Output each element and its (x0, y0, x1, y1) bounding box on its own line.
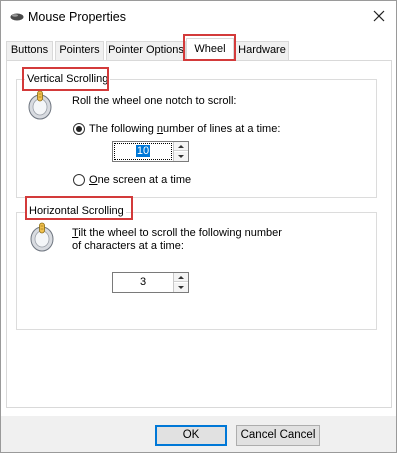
mouse-wheel-icon (30, 222, 54, 252)
radio-lines-at-a-time[interactable] (73, 123, 85, 135)
cancel-button[interactable]: Cancel Cancel (236, 425, 320, 446)
characters-increment-button[interactable] (174, 273, 188, 282)
window-title: Mouse Properties (28, 10, 126, 24)
ok-button[interactable]: OK (155, 425, 227, 446)
horizontal-instruction-line-1: Tilt the wheel to scroll the following n… (72, 227, 282, 239)
highlight-box-wheel-tab (183, 34, 236, 61)
radio-one-screen[interactable] (73, 174, 85, 186)
one-screen-label[interactable]: One screen at a time (89, 173, 191, 187)
vertical-instruction: Roll the wheel one notch to scroll: (72, 95, 237, 107)
lines-increment-button[interactable] (174, 142, 188, 151)
tab-pointer-options[interactable]: Pointer Options (106, 41, 186, 60)
dialog-footer: OK Cancel Cancel (1, 416, 396, 452)
lines-spin-buttons (173, 142, 188, 161)
characters-spinner: 3 (112, 272, 189, 293)
highlight-box-vertical-scrolling (22, 67, 109, 91)
close-icon (373, 10, 385, 22)
close-button[interactable] (363, 3, 395, 30)
characters-input[interactable]: 3 (113, 273, 173, 292)
horizontal-instruction-line-2: of characters at a time: (72, 240, 184, 252)
tab-pointers[interactable]: Pointers (55, 41, 104, 60)
characters-spin-buttons (173, 273, 188, 292)
mouse-properties-window: Mouse Properties Buttons Pointers Pointe… (0, 0, 397, 453)
title-bar: Mouse Properties (1, 1, 396, 33)
mouse-wheel-icon (28, 90, 52, 120)
mouse-icon (10, 13, 24, 21)
tab-hardware[interactable]: Hardware (235, 41, 289, 60)
highlight-box-horizontal-scrolling (25, 196, 133, 220)
tab-buttons[interactable]: Buttons (6, 41, 53, 60)
lines-decrement-button[interactable] (174, 152, 188, 161)
lines-input[interactable]: 10 (113, 142, 173, 161)
lines-spinner: 10 (112, 141, 189, 162)
wheel-tab-panel: Vertical Scrolling Roll the wheel one no… (6, 60, 392, 408)
lines-at-a-time-label[interactable]: The following number of lines at a time: (89, 122, 280, 136)
characters-decrement-button[interactable] (174, 283, 188, 292)
